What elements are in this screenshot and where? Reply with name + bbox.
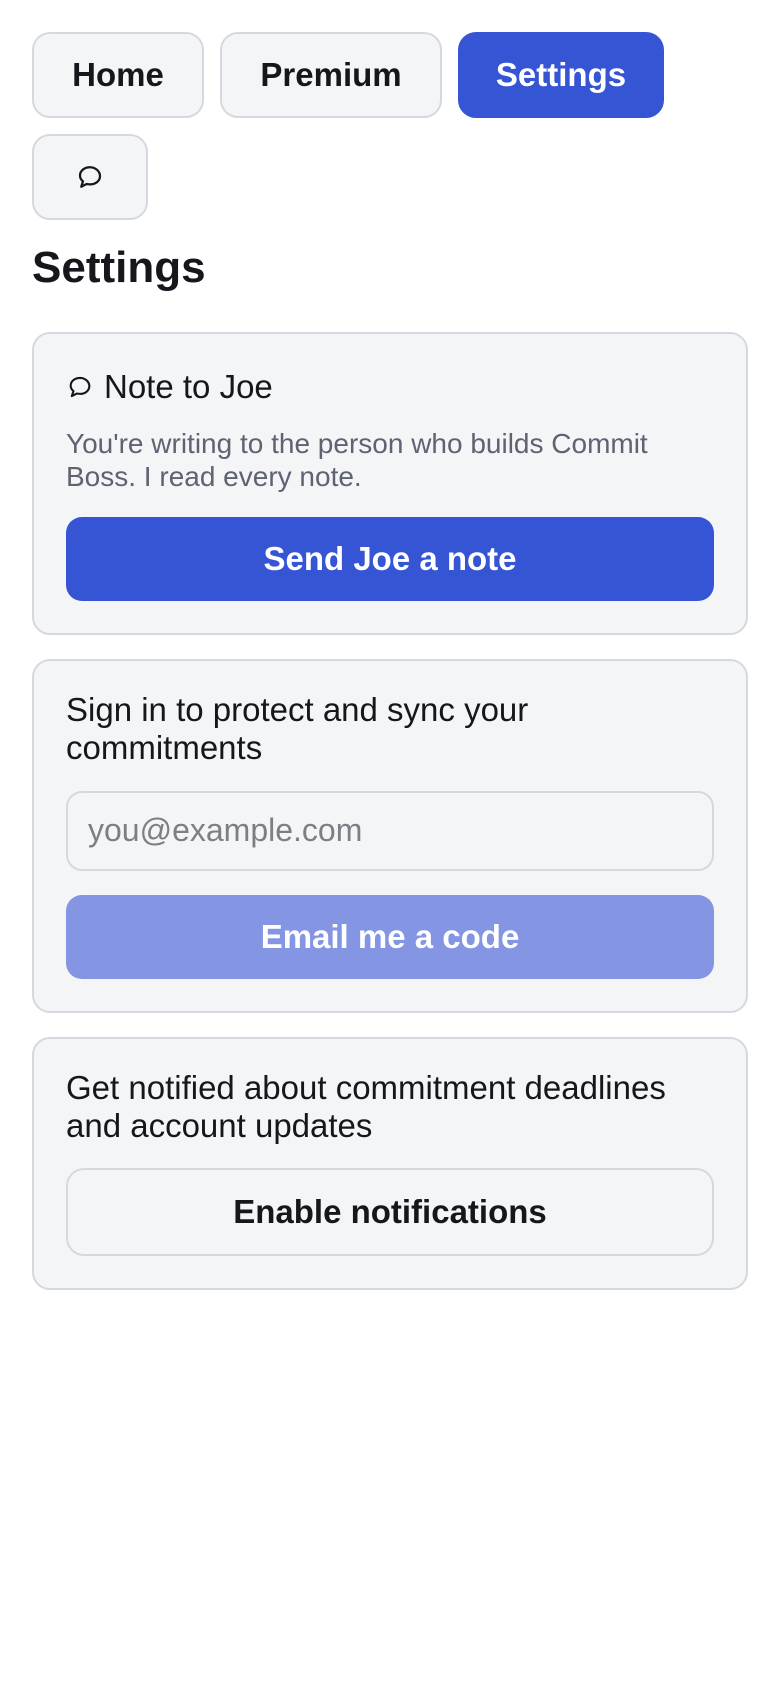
page-title: Settings bbox=[32, 243, 206, 292]
speech-bubble-icon bbox=[69, 377, 91, 398]
note-to-joe-card: Note to Joe You're writing to the person… bbox=[32, 332, 748, 635]
note-card-heading: Note to Joe bbox=[66, 368, 714, 406]
settings-page: Home Premium Settings Settings Note to J… bbox=[0, 0, 780, 1291]
notifications-card: Get notified about commitment deadlines … bbox=[32, 1036, 748, 1291]
nav-feedback-button[interactable] bbox=[32, 134, 148, 220]
send-note-button[interactable]: Send Joe a note bbox=[66, 516, 714, 601]
note-card-title: Note to Joe bbox=[104, 368, 273, 406]
nav-settings-button[interactable]: Settings bbox=[458, 32, 664, 118]
nav-premium-button[interactable]: Premium bbox=[220, 32, 442, 118]
top-nav: Home Premium Settings bbox=[32, 32, 748, 220]
speech-bubble-icon bbox=[78, 166, 102, 188]
email-code-button[interactable]: Email me a code bbox=[66, 894, 714, 979]
nav-home-button[interactable]: Home bbox=[32, 32, 204, 118]
enable-notifications-button[interactable]: Enable notifications bbox=[66, 1168, 714, 1257]
email-field[interactable] bbox=[66, 790, 714, 871]
notifications-heading: Get notified about commitment deadlines … bbox=[66, 1068, 666, 1144]
note-card-description: You're writing to the person who builds … bbox=[66, 428, 648, 492]
sign-in-card: Sign in to protect and sync your commitm… bbox=[32, 658, 748, 1013]
sign-in-heading: Sign in to protect and sync your commitm… bbox=[66, 690, 529, 766]
